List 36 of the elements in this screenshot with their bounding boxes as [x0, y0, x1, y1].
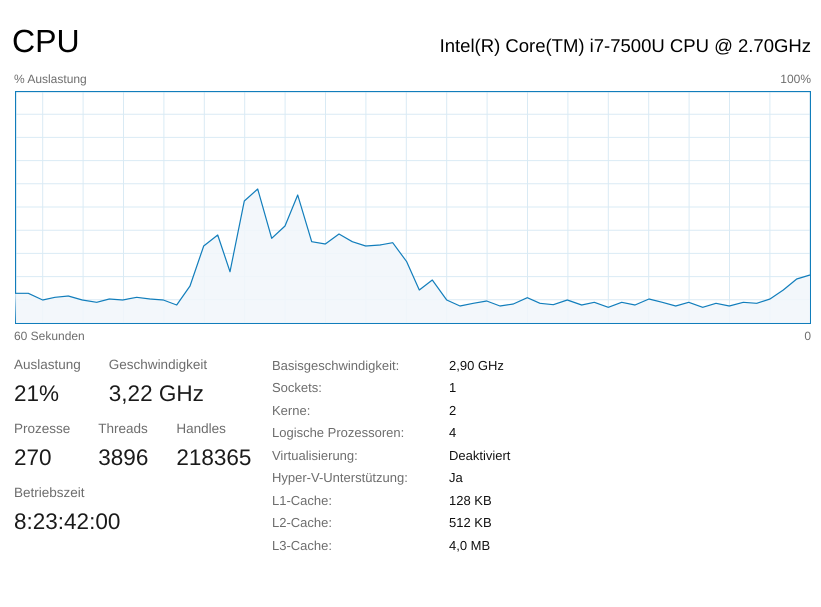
axis-max-label: 100% — [780, 71, 811, 87]
detail-value: 2 — [449, 402, 458, 418]
stat-value: 218365 — [176, 444, 252, 472]
time-span-label: 60 Sekunden — [14, 328, 85, 344]
detail-value: 4 — [449, 425, 458, 440]
axis-label: % Auslastung — [14, 71, 87, 87]
detail-label: Kerne: — [272, 402, 312, 418]
detail-label: Virtualisierung: — [272, 448, 359, 463]
stat-value: 8:23:42:00 — [14, 508, 120, 536]
detail-label: Sockets: — [272, 380, 323, 396]
detail-label: L1-Cache: — [272, 492, 333, 508]
detail-label: Hyper-V-Unterstützung: — [272, 470, 409, 486]
detail-label: Basisgeschwindigkeit: — [272, 358, 400, 373]
detail-value: 1 — [449, 380, 458, 396]
stat-label: Prozesse — [14, 420, 70, 438]
detail-value: 4,0 MB — [449, 538, 492, 553]
detail-value: Deaktiviert — [449, 448, 510, 463]
axis-end-label: 0 — [804, 328, 811, 344]
detail-value: 512 KB — [449, 515, 493, 530]
detail-label: Logische Prozessoren: — [272, 425, 406, 440]
stat-label: Auslastung — [14, 356, 81, 374]
detail-value: 128 KB — [449, 492, 493, 508]
detail-label: L2-Cache: — [272, 515, 333, 530]
stat-label: Geschwindigkeit — [108, 356, 208, 374]
detail-value: Ja — [449, 470, 464, 486]
processor-name: Intel(R) Core(TM) i7-7500U CPU @ 2.70GHz — [440, 34, 811, 58]
detail-label: L3-Cache: — [272, 538, 333, 553]
detail-value: 2,90 GHz — [449, 358, 505, 373]
stat-value: 3896 — [98, 444, 148, 472]
stat-label: Betriebszeit — [14, 484, 86, 502]
stat-label: Threads — [98, 420, 148, 438]
stat-label: Handles — [176, 420, 227, 438]
stat-value: 270 — [14, 444, 53, 472]
stat-value: 21% — [14, 380, 60, 408]
stat-value: 3,22 GHz — [108, 380, 205, 408]
page-title: CPU — [12, 22, 80, 61]
